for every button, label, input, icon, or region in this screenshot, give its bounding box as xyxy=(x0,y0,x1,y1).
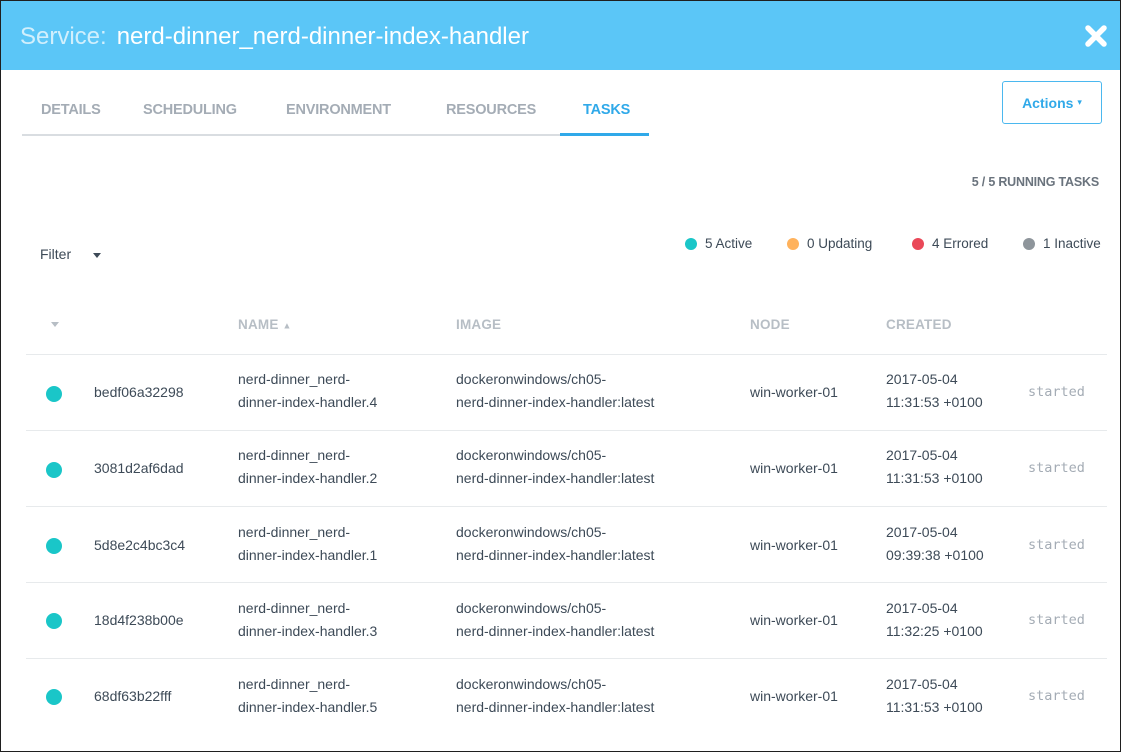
close-icon[interactable] xyxy=(1083,23,1109,49)
task-created-date: 2017-05-04 xyxy=(886,676,958,692)
task-node: win-worker-01 xyxy=(750,688,838,704)
legend-label: 4 Errored xyxy=(932,236,989,251)
task-name-line2: dinner-index-handler.3 xyxy=(238,623,378,639)
actions-label: Actions xyxy=(1022,94,1074,111)
task-created-time: 09:39:38 +0100 xyxy=(886,547,984,563)
status-sort-icon[interactable] xyxy=(51,322,59,327)
task-created-date: 2017-05-04 xyxy=(886,447,958,463)
chevron-down-icon: ▾ xyxy=(1077,97,1082,107)
status-dot-icon xyxy=(46,613,62,629)
task-image-line2: nerd-dinner-index-handler:latest xyxy=(456,699,655,715)
status-dot-icon xyxy=(1023,237,1035,250)
status-dot-icon xyxy=(685,237,697,250)
tab-scheduling[interactable]: SCHEDULING xyxy=(143,102,237,136)
sort-ascending-icon: ▲ xyxy=(282,320,292,331)
legend-label: 1 Inactive xyxy=(1043,236,1101,251)
status-dot-icon xyxy=(912,237,924,250)
legend-inactive: 1 Inactive xyxy=(1023,236,1101,251)
legend-active: 5 Active xyxy=(685,236,752,251)
task-id: 3081d2af6dad xyxy=(94,460,184,476)
legend-updating: 0 Updating xyxy=(787,236,872,251)
row-divider xyxy=(26,582,1107,583)
task-name-line2: dinner-index-handler.1 xyxy=(238,547,378,563)
column-header-name[interactable]: NAME ▲ xyxy=(238,317,292,332)
task-name-line2: dinner-index-handler.4 xyxy=(238,394,378,410)
task-state: started xyxy=(1028,537,1085,553)
filter-dropdown[interactable]: Filter xyxy=(40,246,102,262)
tab-tasks[interactable]: TASKS xyxy=(583,102,630,136)
task-image-line2: nerd-dinner-index-handler:latest xyxy=(456,623,655,639)
status-dot-icon xyxy=(46,689,62,705)
task-created-date: 2017-05-04 xyxy=(886,600,958,616)
task-name-line1: nerd-dinner_nerd- xyxy=(238,371,351,387)
task-id: 18d4f238b00e xyxy=(94,612,184,628)
task-image-line2: nerd-dinner-index-handler:latest xyxy=(456,394,655,410)
active-tab-indicator xyxy=(560,133,649,136)
task-created-time: 11:31:53 +0100 xyxy=(886,699,983,715)
status-dot-icon xyxy=(46,386,62,402)
task-name-line2: dinner-index-handler.2 xyxy=(238,470,378,486)
task-name-line1: nerd-dinner_nerd- xyxy=(238,676,351,692)
task-node: win-worker-01 xyxy=(750,537,838,553)
status-dot-icon xyxy=(787,237,799,250)
service-name: nerd-dinner_nerd-dinner-index-handler xyxy=(116,23,529,50)
task-image-line2: nerd-dinner-index-handler:latest xyxy=(456,470,655,486)
task-state: started xyxy=(1028,460,1085,476)
task-state: started xyxy=(1028,612,1085,628)
column-header-label: NAME xyxy=(238,317,279,332)
status-dot-icon xyxy=(46,462,62,478)
task-node: win-worker-01 xyxy=(750,612,838,628)
task-created-time: 11:31:53 +0100 xyxy=(886,394,983,410)
row-divider xyxy=(26,354,1107,355)
task-created-date: 2017-05-04 xyxy=(886,524,958,540)
modal-header: Service: nerd-dinner_nerd-dinner-index-ha… xyxy=(1,1,1120,70)
task-name-line1: nerd-dinner_nerd- xyxy=(238,600,351,616)
task-image-line1: dockeronwindows/ch05- xyxy=(456,524,607,540)
task-image-line1: dockeronwindows/ch05- xyxy=(456,447,607,463)
task-name-line1: nerd-dinner_nerd- xyxy=(238,447,351,463)
tab-details[interactable]: DETAILS xyxy=(41,102,101,136)
task-image-line2: nerd-dinner-index-handler:latest xyxy=(456,547,655,563)
task-image-line1: dockeronwindows/ch05- xyxy=(456,371,607,387)
column-header-image[interactable]: IMAGE xyxy=(456,317,501,332)
status-dot-icon xyxy=(46,538,62,554)
column-header-node[interactable]: NODE xyxy=(750,317,790,332)
task-id: bedf06a32298 xyxy=(94,384,184,400)
task-node: win-worker-01 xyxy=(750,384,838,400)
chevron-down-icon xyxy=(93,252,102,258)
task-created-time: 11:32:25 +0100 xyxy=(886,623,983,639)
task-image-line1: dockeronwindows/ch05- xyxy=(456,600,607,616)
tab-environment[interactable]: ENVIRONMENT xyxy=(286,102,391,136)
filter-label: Filter xyxy=(40,246,72,262)
row-divider xyxy=(26,430,1107,431)
running-tasks-count: 5 / 5 RUNNING TASKS xyxy=(971,175,1099,189)
legend-label: 5 Active xyxy=(705,236,753,251)
row-divider xyxy=(26,506,1107,507)
actions-button[interactable]: Actions ▾ xyxy=(1002,81,1102,124)
tab-resources[interactable]: RESOURCES xyxy=(446,102,536,136)
task-id: 5d8e2c4bc3c4 xyxy=(94,537,186,553)
task-state: started xyxy=(1028,688,1085,704)
modal-title: Service: nerd-dinner_nerd-dinner-index-ha… xyxy=(20,23,529,51)
legend-label: 0 Updating xyxy=(807,236,873,251)
task-node: win-worker-01 xyxy=(750,460,838,476)
service-label: Service: xyxy=(20,23,107,50)
task-created-time: 11:31:53 +0100 xyxy=(886,470,983,486)
task-name-line1: nerd-dinner_nerd- xyxy=(238,524,351,540)
legend-errored: 4 Errored xyxy=(912,236,988,251)
task-id: 68df63b22fff xyxy=(94,688,172,704)
task-image-line1: dockeronwindows/ch05- xyxy=(456,676,607,692)
task-state: started xyxy=(1028,384,1085,400)
task-created-date: 2017-05-04 xyxy=(886,371,958,387)
row-divider xyxy=(26,658,1107,659)
task-name-line2: dinner-index-handler.5 xyxy=(238,699,378,715)
column-header-created[interactable]: CREATED xyxy=(886,317,952,332)
